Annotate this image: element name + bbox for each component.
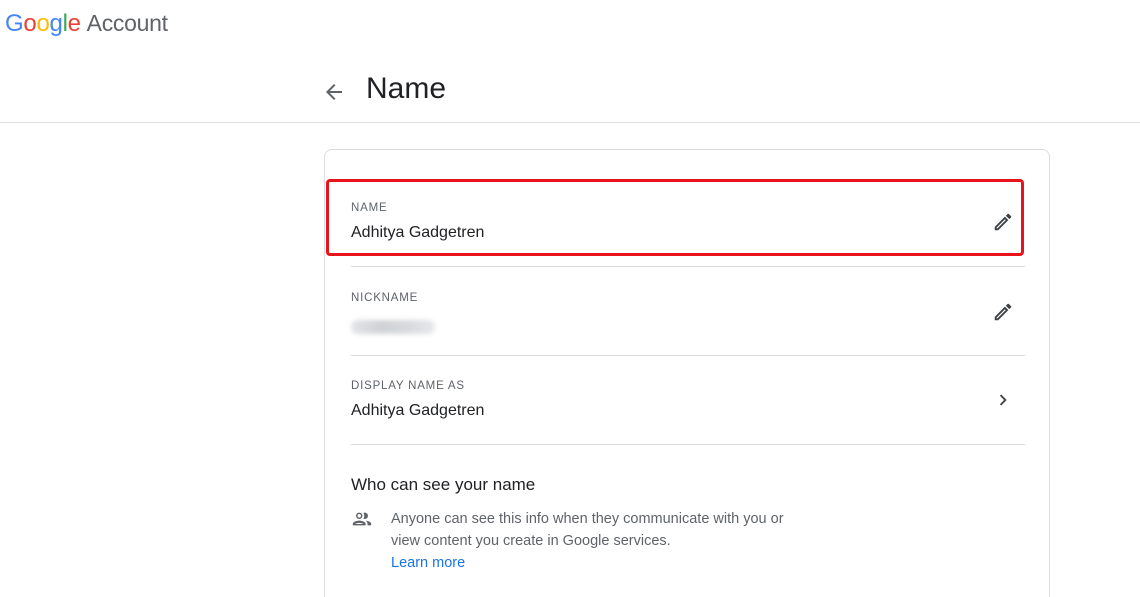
page-title: Name <box>366 72 447 105</box>
visibility-title: Who can see your name <box>351 475 536 494</box>
name-value: Adhitya Gadgetren <box>351 224 485 241</box>
pencil-icon <box>994 213 1012 231</box>
logo-letter-e: e <box>67 10 81 37</box>
name-row[interactable]: NAME Adhitya Gadgetren <box>351 180 1025 268</box>
row-divider <box>351 444 1025 445</box>
header-divider <box>0 122 1140 123</box>
row-divider <box>351 266 1025 267</box>
logo-account-text: Account <box>86 10 168 36</box>
display-name-value: Adhitya Gadgetren <box>351 402 485 419</box>
logo-letter-g: G <box>5 10 24 37</box>
people-icon <box>352 512 372 526</box>
row-divider <box>351 355 1025 356</box>
edit-nickname-button[interactable] <box>991 300 1015 324</box>
display-name-row[interactable]: DISPLAY NAME AS Adhitya Gadgetren <box>351 358 1025 446</box>
display-name-label: DISPLAY NAME AS <box>351 380 465 392</box>
pencil-icon <box>994 303 1012 321</box>
arrow-left-icon <box>326 84 342 100</box>
nickname-label: NICKNAME <box>351 292 419 304</box>
name-label: NAME <box>351 202 388 214</box>
nickname-row[interactable]: NICKNAME <box>351 270 1025 358</box>
learn-more-link[interactable]: Learn more <box>391 552 465 574</box>
nickname-value-blurred <box>351 320 435 334</box>
visibility-description: Anyone can see this info when they commu… <box>391 511 784 549</box>
logo-letter-o2: o <box>36 10 50 37</box>
page: G o o g l e Account Name NAME Adhitya Ga… <box>0 0 1140 597</box>
logo-letter-o1: o <box>23 10 37 37</box>
name-card: NAME Adhitya Gadgetren NICKNAME DISPLAY … <box>324 149 1050 597</box>
logo-letter-g2: g <box>49 10 63 37</box>
google-account-logo[interactable]: G o o g l e Account <box>5 10 168 38</box>
display-name-chevron[interactable] <box>991 388 1015 412</box>
chevron-right-icon <box>999 394 1007 406</box>
back-button[interactable] <box>320 78 348 106</box>
edit-name-button[interactable] <box>991 210 1015 234</box>
